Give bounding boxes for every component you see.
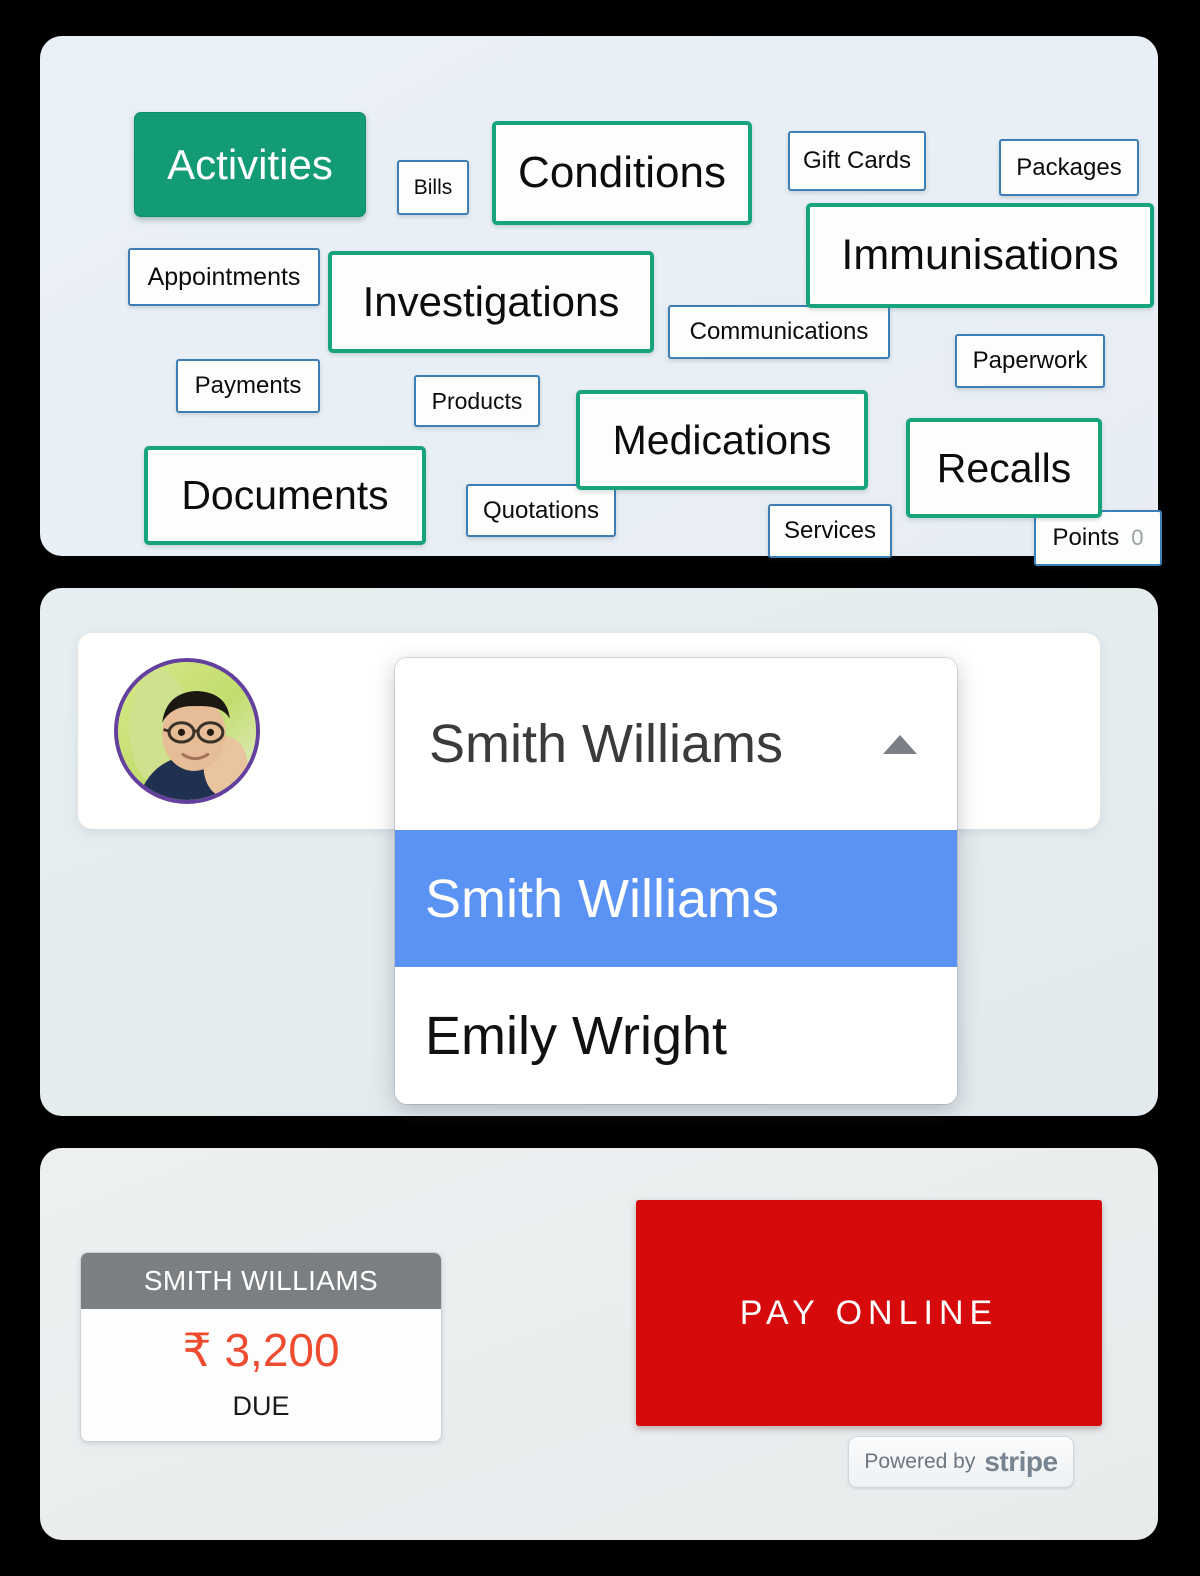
tag-points-value: 0 [1131, 524, 1144, 550]
tag-appointments[interactable]: Appointments [128, 248, 320, 306]
tag-label: Quotations [482, 496, 600, 524]
tag-label: Packages [1016, 153, 1122, 181]
dropdown-option[interactable]: Smith Williams [395, 830, 957, 967]
tag-label: Medications [612, 416, 832, 463]
patient-dropdown[interactable]: Smith Williams Smith Williams Emily Wrigh… [395, 658, 957, 1104]
tag-label: Communications [689, 318, 869, 345]
powered-by-stripe-badge: Powered by stripe [848, 1436, 1074, 1488]
tag-payments[interactable]: Payments [176, 359, 320, 413]
tag-label: Bills [413, 176, 453, 199]
dropdown-option[interactable]: Emily Wright [395, 967, 957, 1104]
tag-communications[interactable]: Communications [668, 305, 890, 359]
dropdown-selected-value[interactable]: Smith Williams [395, 658, 957, 830]
dropdown-option-label: Smith Williams [425, 868, 780, 929]
tag-conditions[interactable]: Conditions [492, 121, 752, 225]
tag-label: Payments [194, 372, 302, 399]
tag-label: Investigations [362, 278, 620, 325]
tag-label: Services [783, 517, 877, 544]
tag-label: Products [431, 387, 523, 414]
pay-online-button[interactable]: PAY ONLINE [636, 1200, 1102, 1426]
tag-activities[interactable]: Activities [134, 112, 366, 217]
tag-recalls[interactable]: Recalls [906, 418, 1102, 518]
dropdown-option-list: Smith Williams Emily Wright [395, 830, 957, 1104]
tag-points[interactable]: Points 0 [1034, 510, 1162, 566]
caret-up-icon[interactable] [883, 734, 917, 754]
tag-products[interactable]: Products [414, 375, 540, 427]
patient-selector-panel: Smith Williams Smith Williams Emily Wrigh… [40, 588, 1158, 1116]
tag-label: Recalls [936, 444, 1072, 491]
tag-label: Activities [167, 140, 333, 188]
tag-label: Gift Cards [802, 147, 912, 174]
tag-documents[interactable]: Documents [144, 446, 426, 545]
due-amount-card: SMITH WILLIAMS ₹ 3,200 DUE [80, 1252, 442, 1442]
tag-label: Documents [181, 472, 389, 518]
tag-medications[interactable]: Medications [576, 390, 868, 490]
tag-bills[interactable]: Bills [397, 160, 469, 215]
tag-packages[interactable]: Packages [999, 139, 1139, 196]
tag-services[interactable]: Services [768, 504, 892, 558]
tag-label: Paperwork [972, 347, 1088, 374]
tag-investigations[interactable]: Investigations [328, 251, 654, 353]
dropdown-option-label: Emily Wright [425, 1005, 728, 1066]
payment-panel: SMITH WILLIAMS ₹ 3,200 DUE PAY ONLINE Po… [40, 1148, 1158, 1540]
tag-label: Immunisations [841, 231, 1119, 279]
stripe-badge-prefix: Powered by [864, 1450, 976, 1473]
tag-immunisations[interactable]: Immunisations [806, 203, 1154, 308]
tag-label: Appointments [147, 262, 301, 291]
tag-label: Conditions [518, 148, 726, 197]
avatar [114, 658, 260, 804]
due-card-amount: ₹ 3,200 [182, 1324, 340, 1376]
tag-gift-cards[interactable]: Gift Cards [788, 131, 926, 191]
dropdown-selected-label: Smith Williams [429, 714, 784, 774]
due-card-status: DUE [232, 1391, 290, 1421]
due-card-patient-name: SMITH WILLIAMS [81, 1253, 441, 1309]
avatar-photo-icon [118, 662, 256, 800]
tag-cloud-panel: Activities Bills Conditions Gift Cards Packa… [40, 36, 1162, 566]
tag-quotations[interactable]: Quotations [466, 484, 616, 537]
stripe-wordmark: stripe [984, 1446, 1058, 1477]
tag-paperwork[interactable]: Paperwork [955, 334, 1105, 388]
tag-label: Points [1052, 524, 1120, 551]
